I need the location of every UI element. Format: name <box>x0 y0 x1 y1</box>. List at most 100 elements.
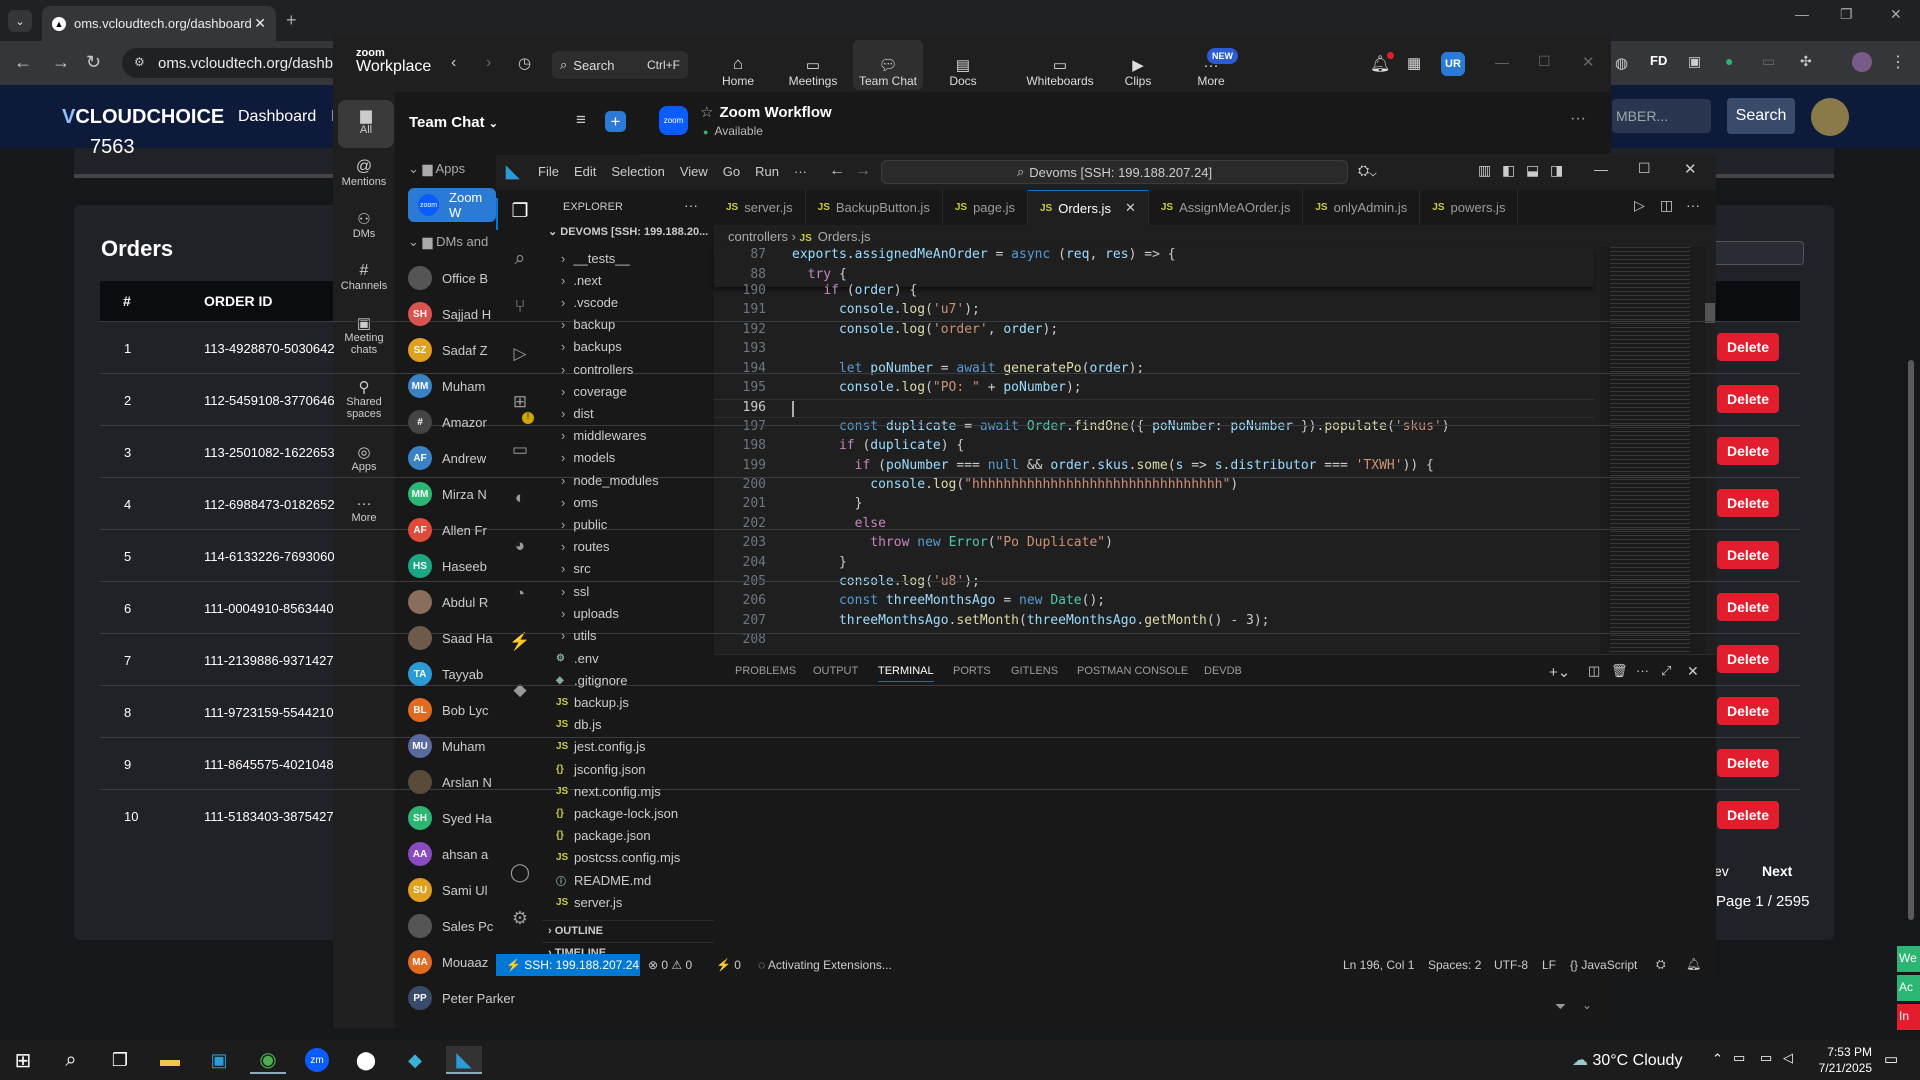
tree-file[interactable]: JS server.js <box>556 891 622 913</box>
side-badge-ac[interactable]: Ac <box>1897 975 1920 1001</box>
chat-list-item[interactable]: HS Haseeb <box>408 551 487 581</box>
zoom-close-icon[interactable]: ✕ <box>1582 53 1595 71</box>
editor-scrollbar-thumb[interactable] <box>1705 303 1715 323</box>
toggle-sidebar-icon[interactable]: ◧ <box>1502 162 1515 179</box>
search-icon[interactable]: ⌕ <box>506 248 534 270</box>
zoom-user-avatar[interactable]: UR <box>1441 52 1465 76</box>
chat-list-item[interactable]: SU Sami Ul <box>408 875 488 905</box>
app-diamond-icon[interactable]: ◆ <box>397 1046 433 1074</box>
tree-folder[interactable]: › routes <box>556 536 609 558</box>
explorer-files-icon[interactable]: ❐ <box>506 200 534 223</box>
chat-list-item[interactable]: AA ahsan a <box>408 839 488 869</box>
app-circle-icon[interactable]: ⬤ <box>348 1046 384 1074</box>
tree-file[interactable]: JS jest.config.js <box>556 736 646 758</box>
panel-tab[interactable]: OUTPUT <box>813 665 858 677</box>
tray-display-icon[interactable]: ▭ <box>1760 1050 1772 1066</box>
tab-close-icon[interactable]: ✕ <box>254 15 266 32</box>
tree-folder[interactable]: › uploads <box>556 602 619 624</box>
panel-tab[interactable]: POSTMAN CONSOLE <box>1077 665 1188 677</box>
chat-list-item[interactable]: MM Muham <box>408 371 485 401</box>
editor-tab[interactable]: JS page.js <box>943 190 1028 225</box>
toggle-panel-icon[interactable]: ⬓ <box>1526 162 1539 179</box>
browser-tab[interactable]: ▲ oms.vcloudtech.org/dashboard ✕ <box>42 6 276 41</box>
tree-file[interactable]: ⚙ .env <box>556 647 599 669</box>
chat-list-item[interactable]: Sales Pc <box>408 911 493 941</box>
delete-button[interactable]: Delete <box>1717 385 1779 413</box>
toggle-secondary-sidebar-icon[interactable]: ◨ <box>1550 162 1563 179</box>
tree-file[interactable]: JS next.config.mjs <box>556 780 661 802</box>
chat-list-item[interactable]: BL Bob Lyc <box>408 695 489 725</box>
store-icon[interactable]: ▣ <box>201 1046 237 1074</box>
tree-folder[interactable]: › backup <box>556 314 615 336</box>
tree-folder[interactable]: › src <box>556 558 591 580</box>
page-scrollbar[interactable] <box>1908 360 1914 920</box>
vscode-maximize-icon[interactable]: ☐ <box>1638 160 1651 177</box>
ports-status[interactable]: ⚡ 0 <box>716 958 741 972</box>
zoom-maximize-icon[interactable]: ☐ <box>1538 53 1551 70</box>
user-avatar[interactable] <box>1811 98 1849 136</box>
zoom-back-icon[interactable]: ‹ <box>451 54 456 72</box>
split-editor-icon[interactable]: ◫ <box>1660 197 1673 214</box>
tree-file[interactable]: {} package.json <box>556 825 651 847</box>
extension-fd-icon[interactable]: FD <box>1650 53 1667 68</box>
zoom-nav-more[interactable]: ··· More <box>1176 40 1246 90</box>
apps-section-header[interactable]: ⌄ ▆ Apps <box>408 161 465 177</box>
tab-search-icon[interactable]: ⌄ <box>8 10 32 32</box>
zoom-search[interactable]: ⌕ Search Ctrl+F <box>552 51 688 79</box>
rail-mentions[interactable]: @ Mentions <box>333 158 395 188</box>
vscode-close-icon[interactable]: ✕ <box>1684 160 1697 178</box>
tree-folder[interactable]: › node_modules <box>556 469 659 491</box>
zoom-nav-team-chat[interactable]: 💬︎ Team Chat <box>853 40 923 90</box>
tab-close-icon[interactable]: ✕ <box>1125 200 1136 216</box>
chat-list-item[interactable]: Arslan N <box>408 767 492 797</box>
manage-gear-icon[interactable]: ⚙ <box>506 908 534 929</box>
zoom-forward-icon[interactable]: › <box>486 54 491 72</box>
chat-list-item[interactable]: SZ Sadaf Z <box>408 335 488 365</box>
tree-folder[interactable]: › coverage <box>556 380 627 402</box>
chat-list-item[interactable]: Office B <box>408 263 488 293</box>
tree-folder[interactable]: › models <box>556 447 615 469</box>
breadcrumb-folder[interactable]: controllers <box>728 229 788 244</box>
weather-widget[interactable]: ☁ 30°C Cloudy <box>1572 1050 1682 1070</box>
menu-item[interactable]: Selection <box>611 164 664 179</box>
run-file-icon[interactable]: ▷ <box>1634 197 1645 214</box>
editor-more-icon[interactable]: ··· <box>1686 197 1700 213</box>
tree-folder[interactable]: › backups <box>556 336 622 358</box>
delete-button[interactable]: Delete <box>1717 489 1779 517</box>
chat-list-item[interactable]: MU Muham <box>408 731 485 761</box>
delete-button[interactable]: Delete <box>1717 749 1779 777</box>
tree-file[interactable]: ⓘ README.md <box>556 869 651 891</box>
profile-avatar[interactable] <box>1852 52 1872 72</box>
menu-item[interactable]: Go <box>723 164 740 179</box>
tree-folder[interactable]: › .next <box>556 269 602 291</box>
delete-button[interactable]: Delete <box>1717 645 1779 673</box>
tree-folder[interactable]: › .vscode <box>556 291 618 313</box>
source-control-icon[interactable]: ⑂ <box>506 296 534 317</box>
accounts-icon[interactable]: ◯ <box>506 862 534 883</box>
code-line[interactable]: 191 console.log('u7'); <box>714 302 1594 321</box>
menu-item[interactable]: View <box>680 164 708 179</box>
extension-monitor-icon[interactable]: ▭ <box>1762 53 1775 70</box>
editor-tab[interactable]: JS AssignMeAOrder.js <box>1149 190 1304 225</box>
editor-tab[interactable]: JS Orders.js ✕ <box>1027 190 1149 225</box>
panel-tab[interactable]: PROBLEMS <box>735 665 796 677</box>
chat-list-item[interactable]: MM Mirza N <box>408 479 487 509</box>
team-chat-title[interactable]: Team Chat ⌄ <box>409 114 498 131</box>
copilot-icon[interactable]: ⛭⌄ <box>1358 162 1377 179</box>
command-center[interactable]: ⌕ Devoms [SSH: 199.188.207.24] <box>881 160 1348 184</box>
chat-list-item[interactable]: AF Andrew <box>408 443 486 473</box>
calendar-icon[interactable]: ▦ <box>1407 54 1421 72</box>
tree-file[interactable]: {} jsconfig.json <box>556 758 646 780</box>
encoding[interactable]: UTF-8 <box>1494 958 1528 972</box>
outline-section[interactable]: › OUTLINE <box>542 920 714 942</box>
zoom-taskbar-icon[interactable]: zm <box>299 1046 335 1074</box>
breadcrumb-file[interactable]: Orders.js <box>818 229 871 244</box>
editor-tab[interactable]: JS powers.js <box>1420 190 1519 225</box>
forward-icon[interactable]: → <box>52 52 70 73</box>
tree-file[interactable]: JS backup.js <box>556 691 629 713</box>
reload-icon[interactable]: ↻ <box>86 52 101 73</box>
tree-file[interactable]: JS postcss.config.mjs <box>556 847 680 869</box>
language-mode[interactable]: {} JavaScript <box>1570 958 1637 972</box>
chat-list-item[interactable]: AF Allen Fr <box>408 515 487 545</box>
dms-section-header[interactable]: ⌄ ▆ DMs and <box>408 234 488 250</box>
